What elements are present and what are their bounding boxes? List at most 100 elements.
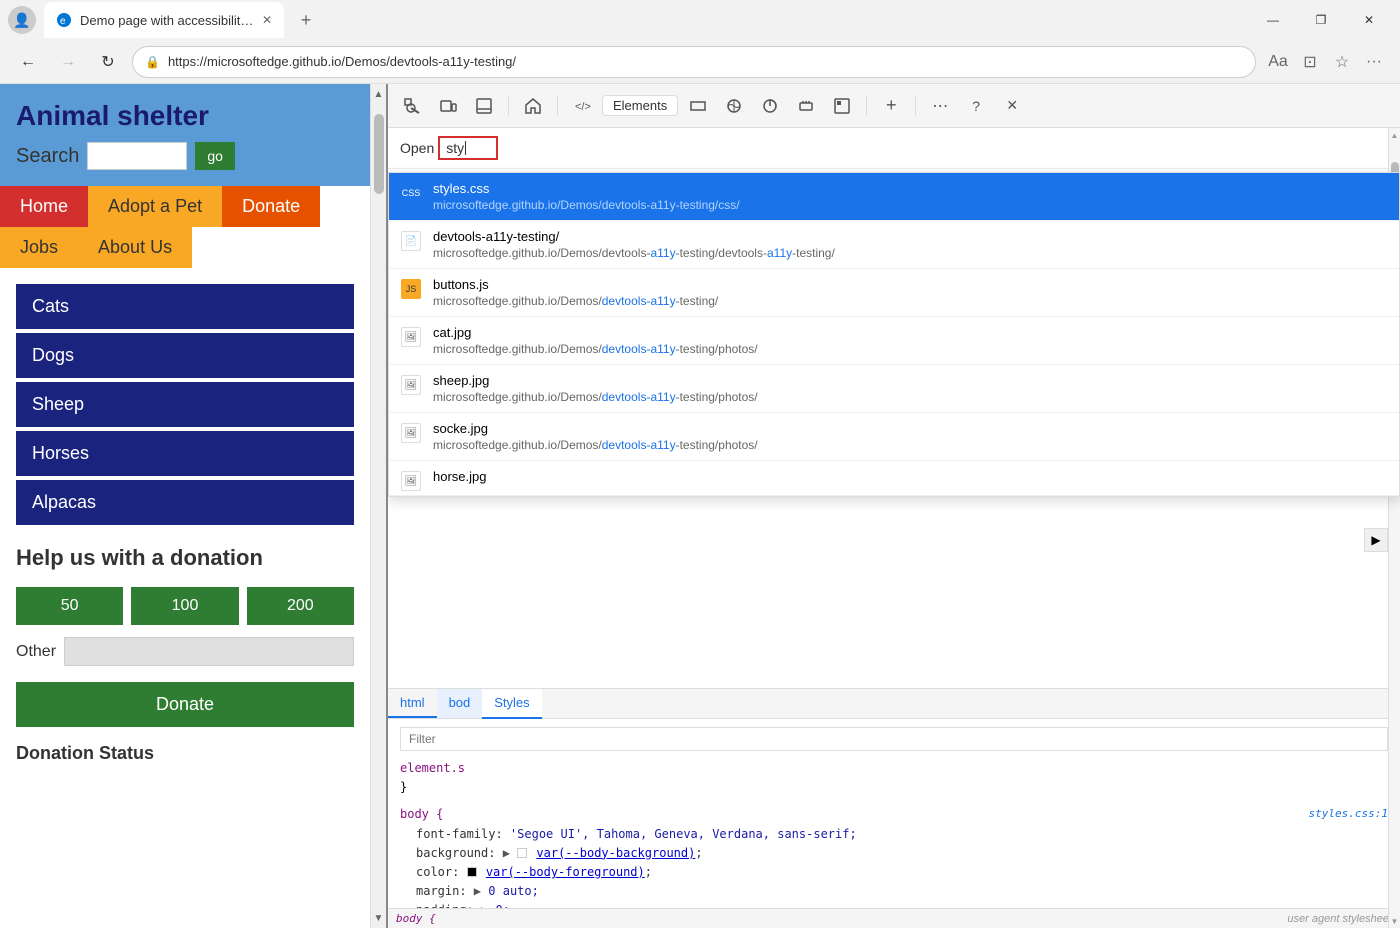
close-devtools-button[interactable]: ✕ <box>996 90 1028 122</box>
code-icon[interactable]: </> <box>566 90 598 122</box>
suggestion-text5: sheep.jpg microsoftedge.github.io/Demos/… <box>433 373 1387 404</box>
devtools-bottom: html bod Styles element.s } body { <box>388 688 1400 908</box>
search-label: Search <box>16 145 79 168</box>
suggestion-name7: horse.jpg <box>433 469 1387 484</box>
drawer-icon[interactable] <box>468 90 500 122</box>
url-protocol: https:// <box>168 54 207 69</box>
refresh-button[interactable]: ↻ <box>92 46 124 78</box>
tab-bod[interactable]: bod <box>437 689 483 718</box>
animal-alpacas[interactable]: Alpacas <box>16 480 354 525</box>
amount-50-button[interactable]: 50 <box>16 587 123 625</box>
bg-triangle-icon[interactable]: ▶ <box>503 846 510 860</box>
search-go-button[interactable]: go <box>195 142 235 170</box>
site-title: Animal shelter <box>16 100 354 132</box>
search-input[interactable] <box>87 142 187 170</box>
nav-home[interactable]: Home <box>0 186 88 227</box>
suggestion-horse-jpg[interactable]: 🖼 horse.jpg <box>389 461 1399 496</box>
application-icon[interactable] <box>826 90 858 122</box>
scroll-up-button[interactable]: ▲ <box>371 84 386 104</box>
nav-jobs[interactable]: Jobs <box>0 227 78 268</box>
image-file-icon4: 🖼 <box>401 471 421 491</box>
css-font-family: font-family: 'Segoe UI', Tahoma, Geneva,… <box>400 825 1388 844</box>
home-icon[interactable] <box>517 90 549 122</box>
help-button[interactable]: ? <box>960 90 992 122</box>
address-bar: ← → ↻ 🔒 https://microsoftedge.github.io/… <box>0 40 1400 84</box>
title-bar-left: 👤 e Demo page with accessibility iss... … <box>8 2 320 38</box>
donate-button[interactable]: Donate <box>16 682 354 727</box>
animal-horses[interactable]: Horses <box>16 431 354 476</box>
separator3 <box>866 96 867 116</box>
restore-button[interactable]: ❐ <box>1298 0 1344 40</box>
dt-scroll-up[interactable]: ▲ <box>1389 128 1400 142</box>
jump-to-source-button[interactable]: ▶ <box>1364 528 1388 552</box>
minimize-button[interactable]: — <box>1250 0 1296 40</box>
css-background: background: ▶ var(--body-background); <box>400 844 1388 863</box>
suggestion-name3: buttons.js <box>433 277 1387 292</box>
site-content: Cats Dogs Sheep Horses Alpacas Help us w… <box>0 268 370 780</box>
favorites-icon[interactable]: ☆ <box>1328 48 1356 76</box>
split-screen-icon[interactable]: ⊡ <box>1296 48 1324 76</box>
svg-text:e: e <box>60 16 66 27</box>
scroll-track <box>371 104 386 908</box>
dt-scroll-down[interactable]: ▼ <box>1389 914 1400 928</box>
read-aloud-icon[interactable]: Aa <box>1264 48 1292 76</box>
suggestion-styles-css[interactable]: CSS styles.css microsoftedge.github.io/D… <box>389 173 1399 221</box>
device-emulation-button[interactable] <box>432 90 464 122</box>
other-amount-input[interactable] <box>64 637 354 666</box>
tab-close-button[interactable]: ✕ <box>262 13 272 27</box>
suggestion-page[interactable]: 📄 devtools-a11y-testing/ microsoftedge.g… <box>389 221 1399 269</box>
animal-cats[interactable]: Cats <box>16 284 354 329</box>
sources-icon[interactable] <box>718 90 750 122</box>
amount-200-button[interactable]: 200 <box>247 587 354 625</box>
suggestion-socke-jpg[interactable]: 🖼 socke.jpg microsoftedge.github.io/Demo… <box>389 413 1399 461</box>
network-icon[interactable] <box>682 90 714 122</box>
suggestion-cat-jpg[interactable]: 🖼 cat.jpg microsoftedge.github.io/Demos/… <box>389 317 1399 365</box>
animal-dogs[interactable]: Dogs <box>16 333 354 378</box>
open-file-input[interactable]: sty <box>438 136 498 160</box>
filter-input[interactable] <box>400 727 1388 751</box>
tab-styles[interactable]: Styles <box>482 689 541 719</box>
open-text: Open <box>400 140 434 156</box>
nav-adopt[interactable]: Adopt a Pet <box>88 186 222 227</box>
tab-html[interactable]: html <box>388 689 437 718</box>
nav-about[interactable]: About Us <box>78 227 192 268</box>
amount-100-button[interactable]: 100 <box>131 587 238 625</box>
forward-button[interactable]: → <box>52 46 84 78</box>
browser-tab[interactable]: e Demo page with accessibility iss... ✕ <box>44 2 284 38</box>
nav-donate[interactable]: Donate <box>222 186 320 227</box>
source-link[interactable]: styles.css:1 <box>1309 805 1388 823</box>
elements-tab[interactable]: Elements <box>602 95 678 116</box>
image-file-icon3: 🖼 <box>401 423 421 443</box>
add-tab-button[interactable]: + <box>875 90 907 122</box>
donation-amounts: 50 100 200 <box>16 587 354 625</box>
suggestion-path: microsoftedge.github.io/Demos/devtools-a… <box>433 198 1387 212</box>
suggestion-text3: buttons.js microsoftedge.github.io/Demos… <box>433 277 1387 308</box>
animal-sheep[interactable]: Sheep <box>16 382 354 427</box>
suggestion-text7: horse.jpg <box>433 469 1387 484</box>
close-button[interactable]: ✕ <box>1346 0 1392 40</box>
suggestion-text: styles.css microsoftedge.github.io/Demos… <box>433 181 1387 212</box>
scroll-thumb[interactable] <box>374 114 384 194</box>
scroll-down-button[interactable]: ▼ <box>371 908 386 928</box>
url-path: /Demos/devtools-a11y-testing/ <box>341 54 516 69</box>
suggestion-buttons-js[interactable]: JS buttons.js microsoftedge.github.io/De… <box>389 269 1399 317</box>
body-selector: body { <box>400 807 443 821</box>
url-bar[interactable]: 🔒 https://microsoftedge.github.io/Demos/… <box>132 46 1256 78</box>
suggestion-sheep-jpg[interactable]: 🖼 sheep.jpg microsoftedge.github.io/Demo… <box>389 365 1399 413</box>
more-icon[interactable]: ··· <box>1360 48 1388 76</box>
donation-status: Donation Status <box>16 743 354 764</box>
tab-title: Demo page with accessibility iss... <box>80 13 254 28</box>
new-tab-button[interactable]: + <box>292 6 320 34</box>
margin-triangle-icon[interactable]: ▶ <box>474 884 481 898</box>
performance-icon[interactable] <box>754 90 786 122</box>
inspect-element-button[interactable] <box>396 90 428 122</box>
filter-bar <box>400 727 1388 751</box>
more-tools-button[interactable]: ⋯ <box>924 90 956 122</box>
suggestion-text4: cat.jpg microsoftedge.github.io/Demos/de… <box>433 325 1387 356</box>
back-button[interactable]: ← <box>12 46 44 78</box>
title-bar: 👤 e Demo page with accessibility iss... … <box>0 0 1400 40</box>
memory-icon[interactable] <box>790 90 822 122</box>
url-text: https://microsoftedge.github.io/Demos/de… <box>168 54 1243 69</box>
text-cursor <box>465 141 466 155</box>
suggestion-path5: microsoftedge.github.io/Demos/devtools-a… <box>433 390 1387 404</box>
